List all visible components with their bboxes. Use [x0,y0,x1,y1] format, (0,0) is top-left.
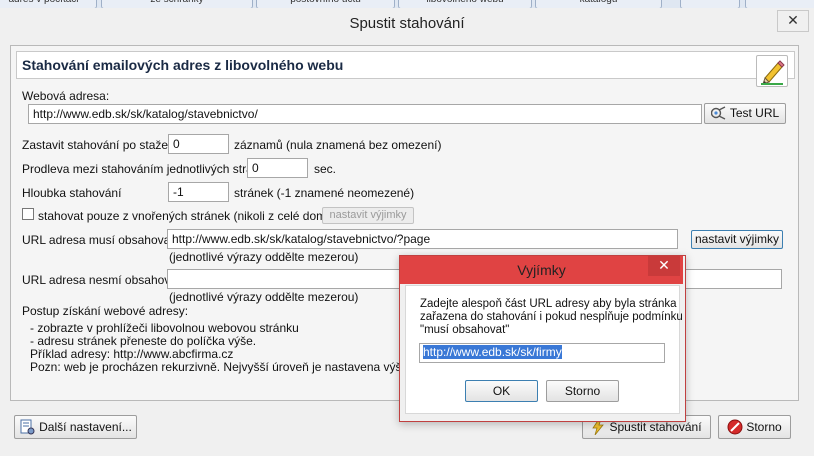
must-not-contain-label: URL adresa nesmí obsahovat: [22,273,184,287]
dialog-title: Vyjímky [517,262,566,278]
cancel-button[interactable]: Storno [718,415,791,439]
must-exceptions-button[interactable]: nastavit výjimky [691,230,783,249]
instructions-line: - zobrazte v prohlížeči libovolnou webov… [30,321,299,335]
dialog-message-line: zařazena do stahování i pokud nesplňuje … [420,311,683,323]
pencil-icon [761,60,785,85]
must-contain-hint: (jednotlivé výrazy oddělte mezerou) [169,250,359,264]
dialog-cancel-button[interactable]: Storno [546,380,619,402]
must-not-contain-hint: (jednotlivé výrazy oddělte mezerou) [169,290,359,304]
tab-catalog[interactable]: katalogu [535,0,662,8]
cancel-label: Storno [746,420,782,434]
stop-after-suffix: záznamů (nula znamená bez omezení) [234,138,442,152]
must-contain-input[interactable]: http://www.edb.sk/sk/katalog/stavebnictv… [167,229,678,249]
instructions-heading: Postup získání webové adresy: [22,304,189,318]
edit-button[interactable] [756,55,788,87]
tab-addresses-on-computer[interactable]: adres v počítači [0,0,97,8]
tab-strip: adres v počítači ze schránky poštovního … [0,0,814,8]
url-input[interactable]: http://www.edb.sk/sk/katalog/stavebnictv… [28,104,702,124]
nested-only-checkbox[interactable] [22,208,34,220]
stop-after-input[interactable]: 0 [168,134,229,154]
tab-mail-account[interactable]: poštovního účtu [256,0,395,8]
delay-label: Prodleva mezi stahováním jednotlivých st… [22,162,273,176]
dialog-message-line: "musí obsahovat" [420,324,510,336]
instructions-line: - adresu stránek přeneste do políčka výš… [30,334,257,348]
must-contain-label: URL adresa musí obsahovat: [22,233,177,247]
tab-any-web[interactable]: libovolného webu [398,0,532,8]
instructions-line: Příklad adresy: http://www.abcfirma.cz [30,347,234,361]
dialog-url-selection: http://www.edb.sk/sk/firmy [423,345,562,359]
window-title: Spustit stahování [349,15,465,32]
section-title: Stahování emailových adres z libovolného… [22,57,344,73]
close-icon: ✕ [787,12,799,28]
dialog-ok-button[interactable]: OK [465,380,538,402]
start-download-label: Spustit stahování [609,420,702,434]
more-settings-label: Další nastavení... [39,420,132,434]
tab-extra-2[interactable] [745,0,814,8]
depth-label: Hloubka stahování [22,186,122,200]
tab-extra-1[interactable] [680,0,740,8]
depth-suffix: stránek (-1 znamené neomezené) [234,186,415,200]
stethoscope-icon [710,106,726,120]
instructions-line: Pozn: web je procházen rekurzivně. Nejvy… [30,360,400,374]
dialog-message-line: Zadejte alespoň část URL adresy aby byla… [420,298,677,310]
window-close-button[interactable]: ✕ [777,10,809,32]
depth-input[interactable]: -1 [168,182,229,202]
delay-input[interactable]: 0 [247,158,308,178]
dialog-close-button[interactable]: ✕ [648,256,680,276]
tab-from-clipboard[interactable]: ze schránky [101,0,253,8]
delay-suffix: sec. [314,162,337,176]
no-entry-icon [727,419,743,435]
test-url-label: Test URL [729,106,780,120]
stop-after-label: Zastavit stahování po stažení [22,138,179,152]
dialog-url-input[interactable]: http://www.edb.sk/sk/firmy [419,343,665,363]
more-settings-button[interactable]: Další nastavení... [14,415,137,439]
nested-exceptions-button[interactable]: nastavit výjimky [322,207,414,224]
settings-document-icon [20,419,35,435]
nested-only-label: stahovat pouze z vnořených stránek (niko… [38,209,350,223]
url-label: Webová adresa: [22,89,110,103]
test-url-button[interactable]: Test URL [704,103,786,124]
close-icon: ✕ [658,257,670,273]
